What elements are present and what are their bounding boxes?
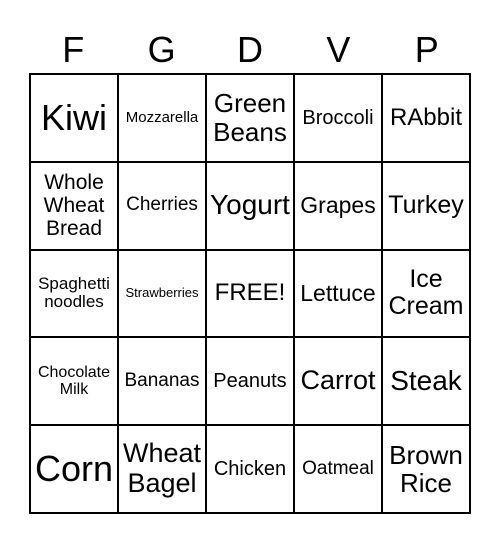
- bingo-cell[interactable]: Corn: [30, 425, 118, 513]
- bingo-cell[interactable]: Spaghetti noodles: [30, 249, 118, 338]
- bingo-header: F G D V P: [29, 28, 471, 72]
- bingo-cell[interactable]: Yogurt: [206, 161, 294, 250]
- bingo-cell[interactable]: Broccoli: [294, 74, 382, 162]
- header-letter: D: [236, 29, 263, 70]
- bingo-cell[interactable]: Mozzarella: [118, 74, 206, 162]
- bingo-cell[interactable]: Wheat Bagel: [118, 425, 206, 513]
- bingo-cell[interactable]: Bananas: [118, 337, 206, 426]
- bingo-cell[interactable]: Chocolate Milk: [30, 337, 118, 426]
- bingo-cell[interactable]: Kiwi: [30, 74, 118, 162]
- bingo-cell[interactable]: FREE!: [206, 249, 294, 338]
- header-letter: P: [414, 29, 439, 70]
- header-letter: F: [62, 29, 85, 70]
- bingo-cell[interactable]: Chicken: [206, 425, 294, 513]
- bingo-cell[interactable]: RAbbit: [382, 74, 470, 162]
- bingo-cell[interactable]: Lettuce: [294, 249, 382, 338]
- bingo-cell[interactable]: Ice Cream: [382, 249, 470, 338]
- bingo-cell[interactable]: Cherries: [118, 161, 206, 250]
- bingo-cell[interactable]: Brown Rice: [382, 425, 470, 513]
- bingo-cell[interactable]: Whole Wheat Bread: [30, 161, 118, 250]
- bingo-cell[interactable]: Grapes: [294, 161, 382, 250]
- bingo-cell[interactable]: Peanuts: [206, 337, 294, 426]
- bingo-grid: Kiwi Mozzarella Green Beans Broccoli RAbbit W…: [29, 73, 471, 514]
- bingo-cell[interactable]: Carrot: [294, 337, 382, 426]
- bingo-cell[interactable]: Steak: [382, 337, 470, 426]
- bingo-cell[interactable]: Turkey: [382, 161, 470, 250]
- bingo-cell[interactable]: Oatmeal: [294, 425, 382, 513]
- header-letter: G: [147, 29, 176, 70]
- bingo-cell[interactable]: Green Beans: [206, 74, 294, 162]
- header-letter: V: [326, 29, 351, 70]
- bingo-cell[interactable]: Strawberries: [118, 249, 206, 338]
